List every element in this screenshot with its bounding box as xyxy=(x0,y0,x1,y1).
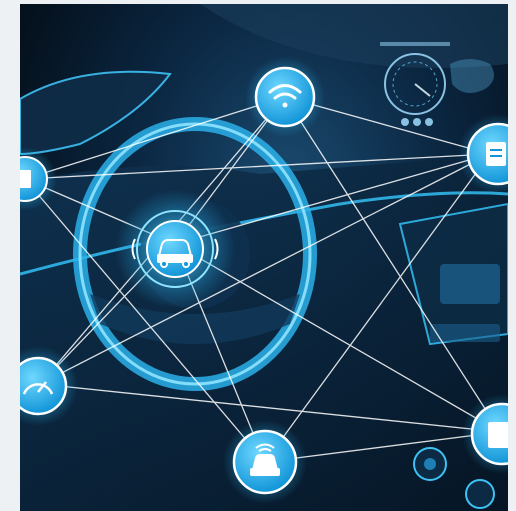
wifi-node xyxy=(245,57,325,137)
hud-map xyxy=(450,59,494,93)
connected-car-illustration xyxy=(20,4,508,511)
card-icon xyxy=(488,422,508,448)
windshield xyxy=(200,4,508,68)
vehicle-node-bottom xyxy=(223,420,307,504)
background-frame xyxy=(0,0,516,511)
console-screen xyxy=(440,264,500,304)
control-knob xyxy=(465,479,495,509)
car-interior-photo xyxy=(20,4,508,511)
document-icon xyxy=(486,142,506,166)
document-icon xyxy=(20,170,31,188)
car-node xyxy=(115,189,235,309)
